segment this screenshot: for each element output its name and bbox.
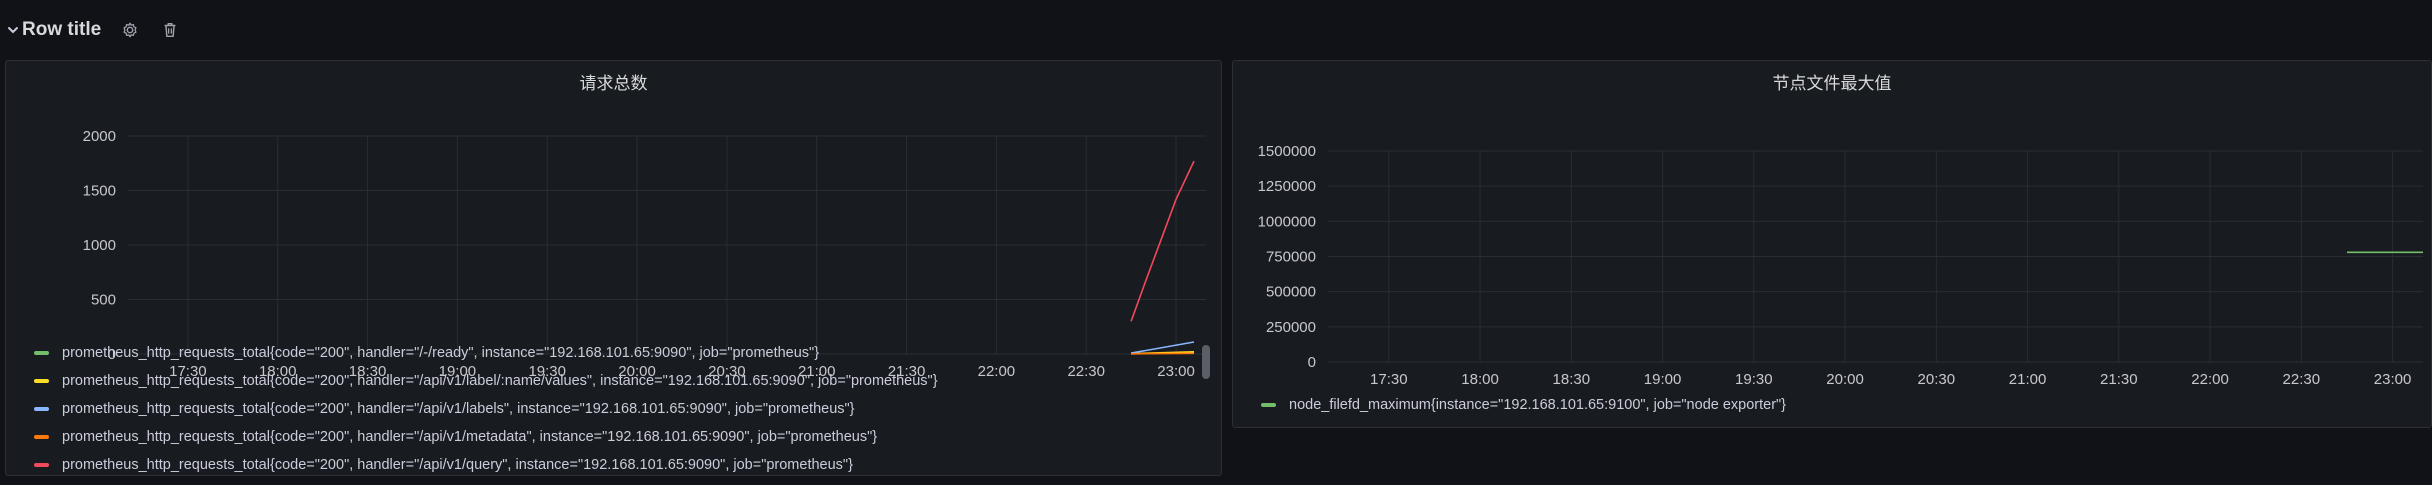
x-tick-label: 18:00 <box>1461 371 1499 388</box>
y-tick-label: 500000 <box>1266 284 1316 301</box>
series-line-4[interactable] <box>1130 160 1195 322</box>
legend-item[interactable]: prometheus_http_requests_total{code="200… <box>34 395 1194 423</box>
legend-item[interactable]: prometheus_http_requests_total{code="200… <box>34 339 1194 367</box>
legend-swatch <box>34 379 49 383</box>
legend-label: prometheus_http_requests_total{code="200… <box>62 457 853 473</box>
legend-item[interactable]: prometheus_http_requests_total{code="200… <box>34 423 1194 451</box>
x-tick-label: 19:30 <box>1735 371 1773 388</box>
y-tick-label: 1000 <box>83 237 116 254</box>
legend-item[interactable]: prometheus_http_requests_total{code="200… <box>34 451 1194 475</box>
x-tick-label: 22:30 <box>2283 371 2321 388</box>
x-tick-label: 21:00 <box>2009 371 2047 388</box>
x-tick-label: 20:00 <box>1826 371 1864 388</box>
panel-title[interactable]: 节点文件最大值 <box>1233 69 2431 94</box>
y-tick-label: 750000 <box>1266 249 1316 266</box>
legend-item[interactable]: prometheus_http_requests_total{code="200… <box>34 367 1194 395</box>
chart-legend: prometheus_http_requests_total{code="200… <box>34 339 1194 475</box>
chart-legend: node_filefd_maximum{instance="192.168.10… <box>1261 391 2411 419</box>
legend-swatch <box>34 351 49 355</box>
y-tick-label: 250000 <box>1266 319 1316 336</box>
panel-title[interactable]: 请求总数 <box>6 69 1221 94</box>
x-tick-label: 21:30 <box>2100 371 2138 388</box>
line-chart[interactable]: 17:30 18:00 18:30 19:00 19:30 20:00 20:30 21:00… <box>6 101 1221 376</box>
y-tick-label: 0 <box>1308 354 1316 371</box>
x-tick-label: 22:00 <box>2191 371 2229 388</box>
legend-label: node_filefd_maximum{instance="192.168.10… <box>1289 397 1787 413</box>
panel-node-filefd-max[interactable]: 节点文件最大值 17:30 18:00 18:30 19:00 19:30 20:00 20… <box>1232 60 2432 428</box>
legend-scrollbar[interactable] <box>1202 345 1210 379</box>
row-title[interactable]: Row title <box>22 19 101 41</box>
trash-icon[interactable] <box>161 21 179 39</box>
x-tick-label: 23:00 <box>2374 371 2412 388</box>
y-tick-label: 500 <box>91 292 116 309</box>
legend-swatch <box>34 435 49 439</box>
x-tick-label: 19:00 <box>1644 371 1682 388</box>
gear-icon[interactable] <box>121 21 139 39</box>
x-tick-label: 17:30 <box>1370 371 1408 388</box>
panel-request-total[interactable]: 请求总数 17:30 18:00 18:30 19:00 19:30 20:00 20:30… <box>5 60 1222 476</box>
y-tick-label: 1500000 <box>1258 143 1316 160</box>
x-tick-label: 20:30 <box>1918 371 1956 388</box>
legend-swatch <box>1261 403 1276 407</box>
legend-label: prometheus_http_requests_total{code="200… <box>62 345 820 361</box>
chevron-down-icon[interactable] <box>6 23 20 37</box>
y-tick-label: 1500 <box>83 183 116 200</box>
line-chart[interactable]: 17:30 18:00 18:30 19:00 19:30 20:00 20:30 21:00… <box>1233 101 2431 421</box>
row-header: Row title <box>0 10 179 50</box>
legend-label: prometheus_http_requests_total{code="200… <box>62 401 855 417</box>
legend-label: prometheus_http_requests_total{code="200… <box>62 373 938 389</box>
x-tick-label: 18:30 <box>1553 371 1591 388</box>
legend-label: prometheus_http_requests_total{code="200… <box>62 429 878 445</box>
legend-swatch <box>34 407 49 411</box>
y-tick-label: 2000 <box>83 128 116 145</box>
y-tick-label: 1250000 <box>1258 178 1316 195</box>
y-tick-label: 1000000 <box>1258 213 1316 230</box>
legend-swatch <box>34 463 49 467</box>
legend-item[interactable]: node_filefd_maximum{instance="192.168.10… <box>1261 391 2411 419</box>
